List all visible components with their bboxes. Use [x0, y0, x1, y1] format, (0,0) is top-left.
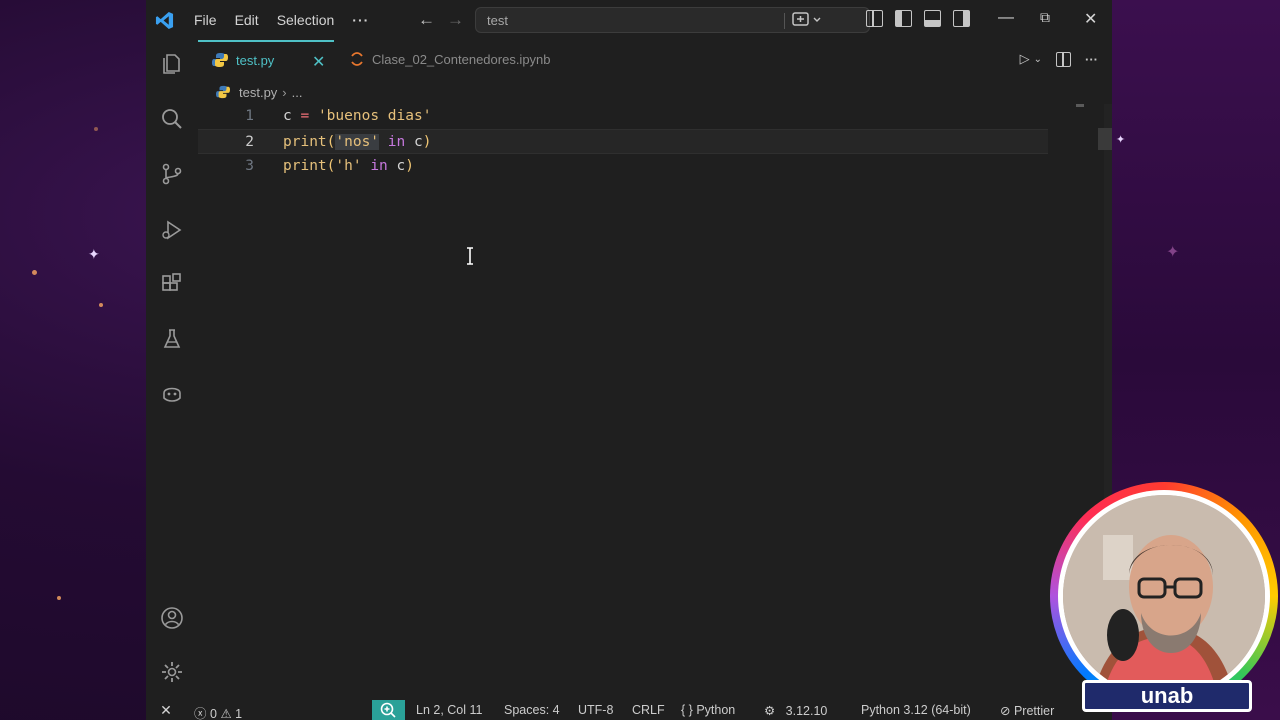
background-sparkle: ✦: [1116, 133, 1126, 146]
webcam-overlay: [1050, 482, 1278, 710]
extensions-icon[interactable]: [160, 272, 184, 296]
code-line: 1 c = 'buenos dias': [198, 104, 1048, 129]
jupyter-icon: [351, 52, 363, 66]
webcam-frame: [1058, 490, 1270, 702]
code-editor[interactable]: 1 c = 'buenos dias' 2 print('nos' in c) …: [198, 104, 1112, 700]
line-number: 1: [245, 108, 254, 124]
line-code: print('h' in c): [283, 158, 414, 174]
breadcrumb-file[interactable]: test.py: [239, 85, 277, 100]
menu-file[interactable]: File: [194, 12, 217, 28]
python-env-icon: ⚙: [764, 704, 776, 718]
testing-flask-icon[interactable]: [160, 327, 184, 351]
error-icon: ⓧ: [194, 707, 207, 720]
warning-count: 1: [235, 707, 243, 720]
forward-arrow-icon[interactable]: →: [447, 10, 464, 30]
minimap-line: [1076, 104, 1084, 107]
background-sparkle: ✦: [1166, 242, 1180, 261]
zoom-indicator[interactable]: [372, 700, 405, 720]
indentation[interactable]: Spaces: 4: [504, 703, 560, 717]
line-code: print('nos' in c): [283, 134, 432, 150]
encoding[interactable]: UTF-8: [578, 703, 613, 717]
tab-test-py[interactable]: test.py ✕: [198, 40, 334, 78]
layout-controls: [866, 10, 970, 27]
navigation-arrows: ← →: [418, 10, 464, 30]
command-center-divider: [784, 13, 785, 29]
toggle-panel-icon[interactable]: [924, 10, 941, 27]
run-dropdown-chevron-icon[interactable]: ⌄: [1034, 54, 1042, 65]
copilot-chat-icon[interactable]: [792, 10, 822, 30]
background-star: [99, 303, 103, 307]
close-window-icon[interactable]: ✕: [1084, 9, 1097, 29]
end-of-line[interactable]: CRLF: [632, 703, 665, 717]
tab-clase-02-notebook[interactable]: Clase_02_Contenedores.ipynb: [350, 40, 580, 78]
command-center-text: test: [487, 13, 508, 28]
python-interpreter[interactable]: Python 3.12 (64-bit): [861, 703, 971, 717]
close-tab-icon[interactable]: ✕: [312, 52, 325, 72]
status-bar: ✕ ⓧ 0 ⚠ 1 Ln 2, Col 11 Spaces: 4 UTF-8 C…: [146, 700, 1112, 720]
breadcrumb: test.py › ...: [216, 82, 302, 102]
problems-indicator[interactable]: ⓧ 0 ⚠ 1: [194, 703, 242, 720]
scrollbar-thumb[interactable]: [1098, 128, 1112, 150]
activity-bar: [146, 40, 198, 700]
presenter-silhouette: [1063, 495, 1265, 697]
language-label: Python: [696, 703, 736, 717]
editor-actions: ▷ ⌄ ···: [1020, 51, 1098, 67]
line-number: 3: [245, 158, 254, 174]
background-star: [57, 596, 61, 600]
menu-bar: File Edit Selection ···: [194, 0, 387, 40]
title-bar: File Edit Selection ··· ← → test — ⧉ ✕: [146, 0, 1112, 40]
presenter-video: [1063, 495, 1265, 697]
split-editor-icon[interactable]: [1056, 51, 1071, 67]
code-line: 3 print('h' in c): [198, 154, 1048, 179]
error-count: 0: [210, 707, 217, 720]
background-star: [94, 127, 98, 131]
remote-indicator-icon[interactable]: ✕: [146, 700, 186, 720]
toggle-secondary-sidebar-icon[interactable]: [953, 10, 970, 27]
python-version-label: 3.12.10: [785, 704, 828, 718]
settings-gear-icon[interactable]: [160, 660, 184, 684]
line-code: c = 'buenos dias': [283, 108, 432, 124]
breadcrumb-symbols[interactable]: ...: [292, 85, 303, 100]
background-star: [32, 270, 37, 275]
vscode-window: File Edit Selection ··· ← → test — ⧉ ✕ t…: [146, 0, 1112, 720]
customize-layout-icon[interactable]: [866, 10, 883, 27]
prettier-status[interactable]: ⊘ Prettier: [1000, 703, 1054, 718]
background-sparkle: ✦: [88, 247, 100, 263]
menu-edit[interactable]: Edit: [235, 12, 259, 28]
tab-label: Clase_02_Contenedores.ipynb: [372, 51, 551, 67]
braces-icon: { }: [681, 703, 693, 717]
cursor-position[interactable]: Ln 2, Col 11: [416, 703, 482, 717]
prettier-label: Prettier: [1013, 704, 1055, 718]
mouse-cursor-icon: [467, 247, 473, 265]
python-version[interactable]: ⚙ 3.12.10: [764, 703, 827, 718]
python-icon: [212, 53, 228, 67]
minimize-icon[interactable]: —: [998, 9, 1014, 27]
run-debug-icon[interactable]: [160, 218, 184, 242]
vscode-logo-icon: [155, 11, 174, 30]
accounts-icon[interactable]: [160, 606, 184, 630]
search-icon[interactable]: [160, 107, 184, 131]
run-python-icon[interactable]: ▷: [1020, 51, 1030, 67]
source-control-icon[interactable]: [160, 162, 184, 186]
toggle-primary-sidebar-icon[interactable]: [895, 10, 912, 27]
line-number: 2: [245, 134, 254, 150]
back-arrow-icon[interactable]: ←: [418, 10, 435, 30]
chevron-right-icon: ›: [282, 84, 287, 100]
code-line-current: 2 print('nos' in c): [198, 129, 1048, 154]
menu-selection[interactable]: Selection: [277, 12, 335, 28]
language-mode[interactable]: { } Python: [681, 703, 735, 717]
prettier-disabled-icon: ⊘: [1000, 704, 1011, 718]
warning-icon: ⚠: [220, 707, 232, 720]
editor-tabs: test.py ✕ Clase_02_Contenedores.ipynb ▷ …: [198, 40, 1112, 78]
tab-label: test.py: [236, 52, 275, 68]
menu-more[interactable]: ···: [352, 12, 369, 28]
unab-logo: unab: [1082, 680, 1252, 712]
copilot-icon[interactable]: [160, 381, 184, 405]
zoom-in-icon: [380, 702, 396, 718]
restore-icon[interactable]: ⧉: [1040, 9, 1050, 26]
more-actions-icon[interactable]: ···: [1085, 52, 1098, 67]
explorer-icon[interactable]: [160, 52, 184, 76]
python-icon: [216, 85, 230, 99]
